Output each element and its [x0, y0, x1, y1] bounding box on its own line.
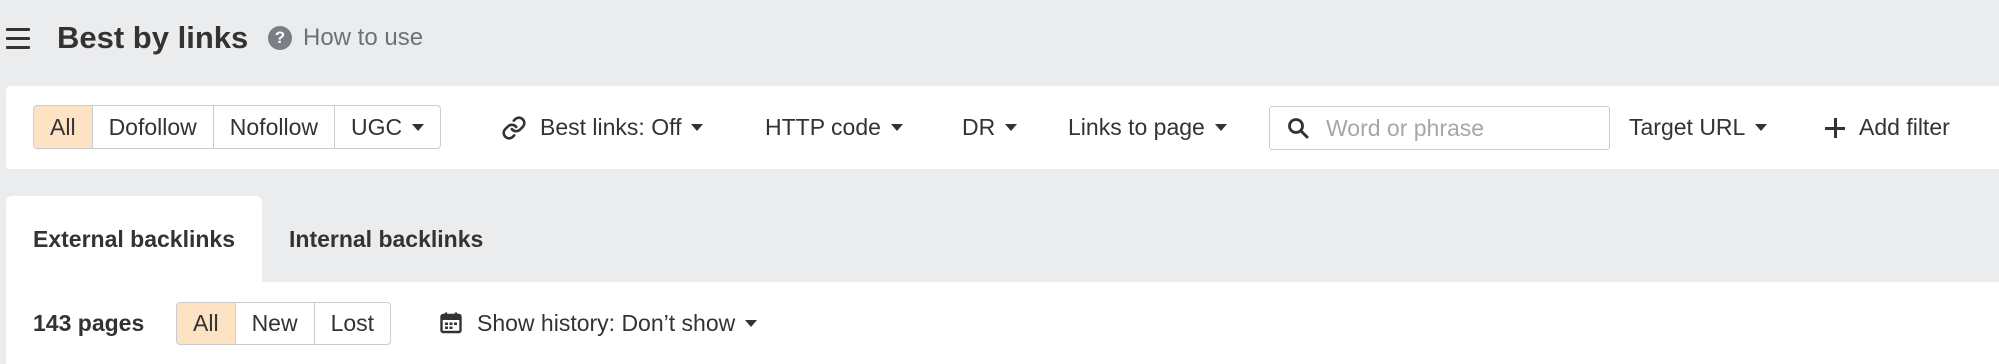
results-toolbar: 143 pages All New Lost Show history: Don…: [6, 282, 1999, 364]
chevron-down-icon: [1005, 124, 1018, 131]
search-box: [1269, 106, 1610, 150]
http-code-dropdown[interactable]: HTTP code: [765, 86, 903, 169]
http-code-label: HTTP code: [765, 114, 881, 140]
add-filter-label: Add filter: [1859, 114, 1950, 140]
question-circle-icon: ?: [268, 26, 292, 50]
best-links-label: Best links: Off: [540, 114, 682, 140]
calendar-icon: [440, 312, 462, 334]
best-links-dropdown[interactable]: Best links: Off: [501, 86, 704, 169]
link-type-dofollow[interactable]: Dofollow: [93, 106, 214, 148]
link-type-ugc-label: UGC: [351, 113, 403, 140]
chevron-down-icon: [1214, 124, 1227, 131]
link-icon: [502, 115, 526, 140]
chevron-down-icon: [890, 124, 903, 131]
page-title: Best by links: [57, 20, 249, 55]
links-to-page-dropdown[interactable]: Links to page: [1068, 86, 1227, 169]
how-to-use-label: How to use: [303, 24, 424, 51]
how-to-use-link[interactable]: ? How to use: [268, 24, 423, 52]
chevron-down-icon: [412, 123, 425, 131]
tab-internal-backlinks[interactable]: Internal backlinks: [262, 196, 510, 282]
chevron-down-icon: [745, 319, 758, 327]
tab-external-backlinks[interactable]: External backlinks: [6, 196, 262, 282]
status-all[interactable]: All: [177, 303, 236, 344]
link-type-nofollow[interactable]: Nofollow: [214, 106, 335, 148]
hamburger-menu-icon[interactable]: [6, 28, 30, 50]
search-input[interactable]: [1326, 114, 1586, 142]
show-history-dropdown[interactable]: Show history: Don’t show: [439, 300, 758, 346]
add-filter-button[interactable]: Add filter: [1825, 86, 1950, 169]
filter-bar: All Dofollow Nofollow UGC Best links: Of…: [6, 86, 1999, 169]
links-to-page-label: Links to page: [1068, 114, 1205, 140]
link-type-all-label: All: [50, 113, 76, 140]
dr-label: DR: [962, 114, 996, 140]
chevron-down-icon: [691, 124, 704, 131]
link-type-dofollow-label: Dofollow: [108, 113, 197, 140]
target-url-label: Target URL: [1629, 114, 1746, 140]
status-segmented-control: All New Lost: [176, 302, 392, 345]
results-count: 143 pages: [33, 310, 145, 336]
dr-dropdown[interactable]: DR: [962, 86, 1018, 169]
link-type-all[interactable]: All: [34, 106, 93, 148]
top-bar: Best by links ? How to use: [0, 0, 1999, 80]
status-lost[interactable]: Lost: [315, 303, 390, 344]
target-url-dropdown[interactable]: Target URL: [1629, 86, 1768, 169]
search-icon: [1288, 118, 1309, 139]
link-type-ugc-dropdown[interactable]: UGC: [335, 106, 440, 148]
show-history-label: Show history: Don’t show: [477, 309, 736, 336]
status-new[interactable]: New: [236, 303, 315, 344]
link-type-segmented-control: All Dofollow Nofollow UGC: [33, 105, 442, 149]
plus-icon: [1825, 117, 1845, 138]
link-type-nofollow-label: Nofollow: [229, 113, 318, 140]
chevron-down-icon: [1755, 124, 1768, 131]
backlinks-tabs: External backlinks Internal backlinks: [6, 196, 510, 282]
